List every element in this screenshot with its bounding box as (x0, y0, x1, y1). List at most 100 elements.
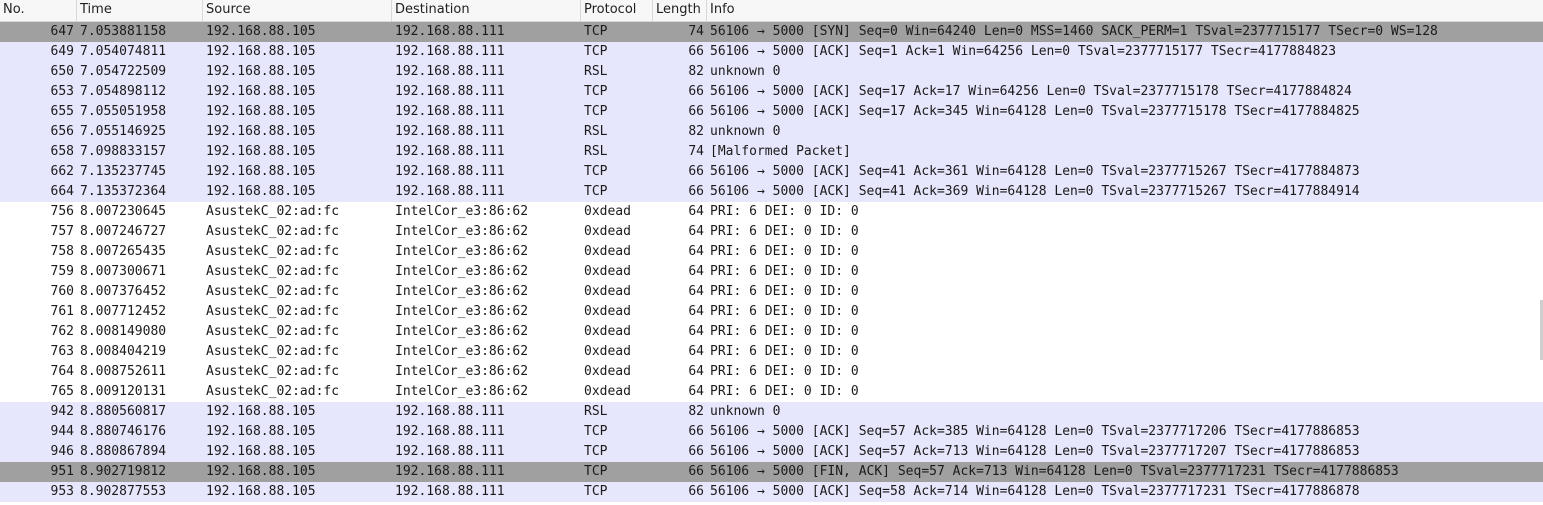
packet-destination: IntelCor_e3:86:62 (395, 384, 529, 399)
packet-source: AsustekC_02:ad:fc (206, 304, 340, 319)
packet-number: 942 (50, 404, 74, 419)
packet-protocol: 0xdead (584, 384, 631, 399)
packet-rows: 647 7.053881158 192.168.88.105 192.168.88.1… (0, 22, 1543, 502)
packet-row[interactable]: 942 8.880560817 192.168.88.105 192.168.88.1… (0, 402, 1543, 422)
column-header-destination[interactable]: Destination (392, 0, 581, 21)
packet-protocol: RSL (584, 404, 608, 419)
packet-row[interactable]: 662 7.135237745 192.168.88.105 192.168.88.1… (0, 162, 1543, 182)
packet-time: 7.055051958 (80, 104, 167, 119)
packet-row[interactable]: 759 8.007300671 AsustekC_02:ad:fc IntelCor_… (0, 262, 1543, 282)
packet-info: PRI: 6 DEI: 0 ID: 0 (710, 384, 859, 399)
packet-destination: 192.168.88.111 (395, 404, 505, 419)
packet-row[interactable]: 764 8.008752611 AsustekC_02:ad:fc IntelCor_… (0, 362, 1543, 382)
packet-number: 763 (50, 344, 74, 359)
packet-number: 650 (50, 64, 74, 79)
packet-source: AsustekC_02:ad:fc (206, 344, 340, 359)
column-header-no[interactable]: No. (0, 0, 77, 21)
column-header-time[interactable]: Time (77, 0, 203, 21)
packet-number: 953 (50, 484, 74, 499)
packet-row[interactable]: 760 8.007376452 AsustekC_02:ad:fc IntelCor_… (0, 282, 1543, 302)
packet-length: 66 (688, 44, 704, 59)
packet-row[interactable]: 951 8.902719812 192.168.88.105 192.168.88.1… (0, 462, 1543, 482)
packet-number: 764 (50, 364, 74, 379)
packet-length: 74 (688, 24, 704, 39)
packet-row[interactable]: 944 8.880746176 192.168.88.105 192.168.88.1… (0, 422, 1543, 442)
packet-source: AsustekC_02:ad:fc (206, 284, 340, 299)
packet-row[interactable]: 758 8.007265435 AsustekC_02:ad:fc IntelCor_… (0, 242, 1543, 262)
packet-protocol: 0xdead (584, 264, 631, 279)
packet-row[interactable]: 762 8.008149080 AsustekC_02:ad:fc IntelCor_… (0, 322, 1543, 342)
packet-info: 56106 → 5000 [ACK] Seq=41 Ack=361 Win=64… (710, 164, 1360, 179)
packet-info: PRI: 6 DEI: 0 ID: 0 (710, 224, 859, 239)
packet-row[interactable]: 647 7.053881158 192.168.88.105 192.168.88.1… (0, 22, 1543, 42)
column-header-protocol[interactable]: Protocol (581, 0, 653, 21)
packet-time: 8.007246727 (80, 224, 167, 239)
packet-destination: 192.168.88.111 (395, 424, 505, 439)
packet-length: 64 (688, 264, 704, 279)
packet-row[interactable]: 650 7.054722509 192.168.88.105 192.168.88.1… (0, 62, 1543, 82)
packet-info: unknown 0 (710, 124, 781, 139)
packet-info: 56106 → 5000 [ACK] Seq=17 Ack=17 Win=642… (710, 84, 1352, 99)
packet-time: 8.880867894 (80, 444, 167, 459)
column-header-row: No. Time Source Destination Protocol Len… (0, 0, 1543, 22)
packet-source: 192.168.88.105 (206, 484, 316, 499)
packet-destination: IntelCor_e3:86:62 (395, 204, 529, 219)
packet-row[interactable]: 765 8.009120131 AsustekC_02:ad:fc IntelCor_… (0, 382, 1543, 402)
packet-info: PRI: 6 DEI: 0 ID: 0 (710, 264, 859, 279)
packet-time: 8.009120131 (80, 384, 167, 399)
packet-row[interactable]: 756 8.007230645 AsustekC_02:ad:fc IntelCor_… (0, 202, 1543, 222)
packet-source: 192.168.88.105 (206, 464, 316, 479)
packet-info: unknown 0 (710, 64, 781, 79)
packet-destination: IntelCor_e3:86:62 (395, 224, 529, 239)
packet-row[interactable]: 946 8.880867894 192.168.88.105 192.168.88.1… (0, 442, 1543, 462)
packet-destination: IntelCor_e3:86:62 (395, 284, 529, 299)
packet-row[interactable]: 761 8.007712452 AsustekC_02:ad:fc IntelCor_… (0, 302, 1543, 322)
packet-length: 82 (688, 124, 704, 139)
packet-protocol: RSL (584, 64, 608, 79)
packet-row[interactable]: 655 7.055051958 192.168.88.105 192.168.88.1… (0, 102, 1543, 122)
packet-number: 664 (50, 184, 74, 199)
column-header-length[interactable]: Length (653, 0, 707, 21)
packet-info: 56106 → 5000 [ACK] Seq=57 Ack=385 Win=64… (710, 424, 1360, 439)
packet-time: 8.007265435 (80, 244, 167, 259)
packet-protocol: RSL (584, 144, 608, 159)
packet-time: 7.135237745 (80, 164, 167, 179)
packet-info: PRI: 6 DEI: 0 ID: 0 (710, 244, 859, 259)
packet-row[interactable]: 763 8.008404219 AsustekC_02:ad:fc IntelCor_… (0, 342, 1543, 362)
packet-protocol: 0xdead (584, 204, 631, 219)
packet-length: 64 (688, 324, 704, 339)
packet-row[interactable]: 664 7.135372364 192.168.88.105 192.168.88.1… (0, 182, 1543, 202)
packet-source: AsustekC_02:ad:fc (206, 384, 340, 399)
packet-row[interactable]: 658 7.098833157 192.168.88.105 192.168.88.1… (0, 142, 1543, 162)
packet-row[interactable]: 656 7.055146925 192.168.88.105 192.168.88.1… (0, 122, 1543, 142)
packet-source: AsustekC_02:ad:fc (206, 324, 340, 339)
packet-length: 74 (688, 144, 704, 159)
packet-time: 8.880746176 (80, 424, 167, 439)
packet-time: 7.054074811 (80, 44, 167, 59)
packet-length: 64 (688, 384, 704, 399)
packet-time: 8.880560817 (80, 404, 167, 419)
packet-protocol: 0xdead (584, 224, 631, 239)
packet-destination: 192.168.88.111 (395, 164, 505, 179)
packet-info: PRI: 6 DEI: 0 ID: 0 (710, 344, 859, 359)
packet-protocol: TCP (584, 484, 608, 499)
packet-length: 66 (688, 444, 704, 459)
packet-row[interactable]: 649 7.054074811 192.168.88.105 192.168.88.1… (0, 42, 1543, 62)
packet-source: AsustekC_02:ad:fc (206, 224, 340, 239)
packet-info: 56106 → 5000 [ACK] Seq=41 Ack=369 Win=64… (710, 184, 1360, 199)
column-header-source[interactable]: Source (203, 0, 392, 21)
packet-source: 192.168.88.105 (206, 84, 316, 99)
packet-time: 7.054722509 (80, 64, 167, 79)
packet-destination: IntelCor_e3:86:62 (395, 344, 529, 359)
packet-row[interactable]: 953 8.902877553 192.168.88.105 192.168.88.1… (0, 482, 1543, 502)
column-header-info[interactable]: Info (707, 0, 1543, 21)
packet-info: 56106 → 5000 [FIN, ACK] Seq=57 Ack=713 W… (710, 464, 1399, 479)
packet-destination: 192.168.88.111 (395, 184, 505, 199)
packet-row[interactable]: 653 7.054898112 192.168.88.105 192.168.88.1… (0, 82, 1543, 102)
packet-destination: IntelCor_e3:86:62 (395, 264, 529, 279)
packet-source: 192.168.88.105 (206, 164, 316, 179)
packet-protocol: RSL (584, 124, 608, 139)
packet-info: [Malformed Packet] (710, 144, 851, 159)
packet-row[interactable]: 757 8.007246727 AsustekC_02:ad:fc IntelCor_… (0, 222, 1543, 242)
packet-destination: 192.168.88.111 (395, 84, 505, 99)
